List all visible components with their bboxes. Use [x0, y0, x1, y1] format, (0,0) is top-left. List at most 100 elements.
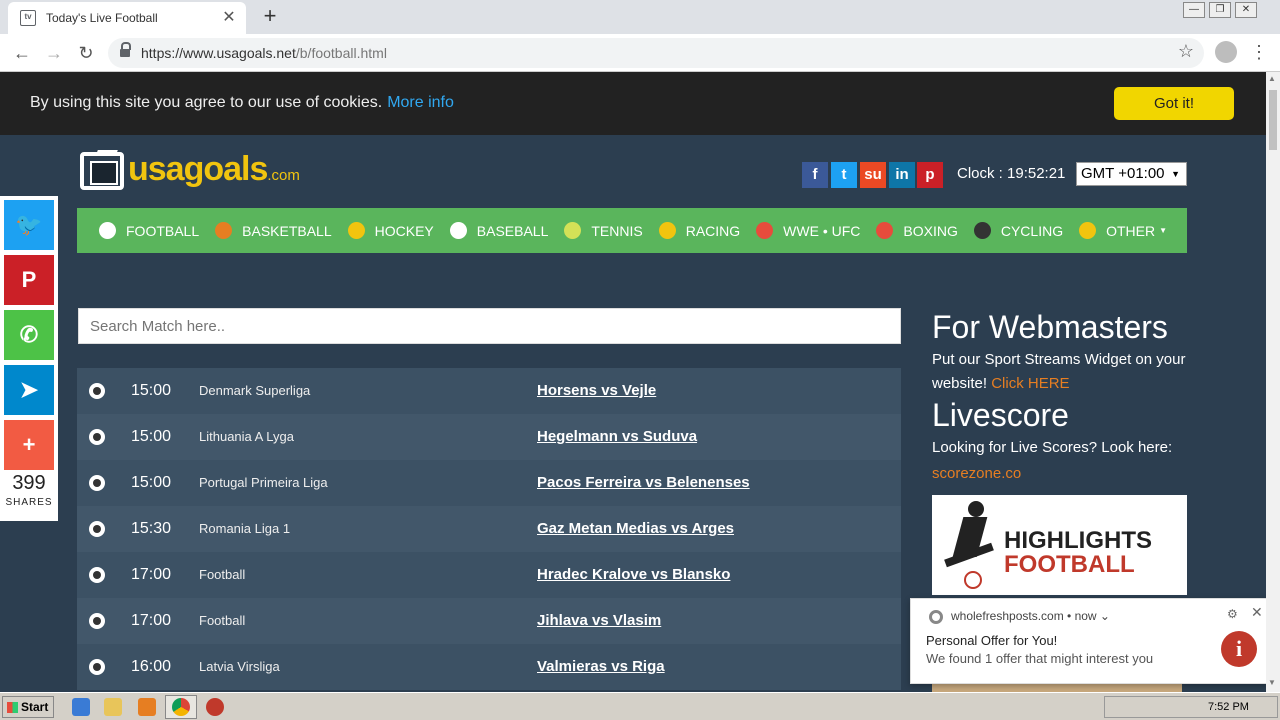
nav-item-label: TENNIS — [591, 222, 643, 239]
close-icon[interactable]: ✕ — [1251, 604, 1263, 621]
ie-icon[interactable] — [72, 698, 90, 716]
match-row[interactable]: 17:00 Football Jihlava vs Vlasim — [77, 598, 901, 644]
nav-item-racing[interactable]: RACING — [658, 222, 741, 239]
pinterest-icon[interactable]: P — [4, 255, 54, 305]
minimize-button[interactable]: — — [1183, 2, 1205, 18]
match-league: Latvia Virsliga — [199, 659, 280, 674]
scroll-down-icon[interactable]: ▼ — [1268, 678, 1276, 687]
chrome-taskbar-button[interactable] — [165, 695, 197, 719]
start-button[interactable]: Start — [2, 696, 54, 718]
search-input[interactable] — [78, 308, 901, 344]
linkedin-icon[interactable]: in — [889, 162, 915, 188]
match-row[interactable]: 15:00 Denmark Superliga Horsens vs Vejle — [77, 368, 901, 414]
close-window-button[interactable]: ✕ — [1235, 2, 1257, 18]
profile-avatar[interactable] — [1215, 41, 1237, 63]
tab-title: Today's Live Football — [46, 11, 158, 25]
close-tab-icon[interactable]: ✕ — [220, 9, 238, 27]
match-list: 15:00 Denmark Superliga Horsens vs Vejle 15… — [77, 368, 901, 690]
forward-button[interactable]: → — [41, 40, 67, 66]
nav-item-baseball[interactable]: BASEBALL — [449, 222, 548, 239]
nav-item-hockey[interactable]: HOCKEY — [347, 222, 434, 239]
nav-item-other[interactable]: OTHER ▼ — [1079, 222, 1167, 239]
match-league: Romania Liga 1 — [199, 521, 291, 536]
nav-item-tennis[interactable]: TENNIS — [564, 222, 643, 239]
match-time: 15:30 — [131, 520, 172, 537]
folder-icon[interactable] — [104, 698, 122, 716]
site-logo[interactable]: usagoals.com — [80, 148, 310, 194]
nav-item-label: WWE • UFC — [783, 222, 861, 239]
match-row[interactable]: 15:00 Portugal Primeira Liga Pacos Ferreir… — [77, 460, 901, 506]
nav-item-wwe-ufc[interactable]: WWE • UFC — [756, 222, 860, 239]
tv-logo-icon — [80, 150, 124, 190]
twitter-icon[interactable]: 🐦 — [4, 200, 54, 250]
nav-item-label: BOXING — [903, 222, 958, 239]
other-icon — [1079, 222, 1097, 239]
match-row[interactable]: 17:00 Football Hradec Kralove vs Blansko — [77, 552, 901, 598]
match-link[interactable]: Hradec Kralove vs Blansko — [537, 566, 730, 583]
baseball-icon — [449, 222, 467, 239]
football-player-icon — [940, 501, 1000, 589]
address-bar[interactable]: https://www.usagoals.net/b/football.html… — [108, 38, 1204, 68]
cycling-icon — [973, 222, 991, 239]
notification-body: We found 1 offer that might interest you — [926, 651, 1154, 666]
twitter-icon[interactable]: t — [831, 162, 857, 188]
cookie-banner: By using this site you agree to our use … — [0, 72, 1266, 135]
livescore-title: Livescore — [932, 397, 1069, 433]
match-link[interactable]: Horsens vs Vejle — [537, 382, 656, 399]
nav-item-football[interactable]: FOOTBALL — [99, 222, 199, 239]
nav-item-label: OTHER — [1106, 222, 1156, 239]
gear-icon[interactable]: ⚙ — [1227, 607, 1238, 621]
chrome-icon — [929, 610, 943, 624]
telegram-icon[interactable]: ➤ — [4, 365, 54, 415]
new-tab-button[interactable]: + — [258, 4, 282, 28]
dropdown-caret-icon: ▼ — [1159, 226, 1168, 235]
whatsapp-icon[interactable]: ✆ — [4, 310, 54, 360]
match-row[interactable]: 15:30 Romania Liga 1 Gaz Metan Medias vs A… — [77, 506, 901, 552]
match-link[interactable]: Valmieras vs Riga — [537, 658, 665, 675]
browser-tab[interactable]: tv Today's Live Football ✕ — [8, 2, 246, 34]
chrome-icon — [172, 698, 190, 716]
wwe-icon — [756, 222, 774, 239]
stumbleupon-icon[interactable]: su — [860, 162, 886, 188]
scroll-up-icon[interactable]: ▲ — [1268, 74, 1276, 83]
timezone-select[interactable]: GMT +01:00 ▼ — [1076, 162, 1187, 186]
match-link[interactable]: Hegelmann vs Suduva — [537, 428, 697, 445]
lock-icon — [120, 42, 131, 58]
stop-icon[interactable] — [206, 698, 224, 716]
match-league: Football — [199, 567, 246, 582]
nav-item-basketball[interactable]: BASKETBALL — [215, 222, 332, 239]
push-notification[interactable]: wholefreshposts.com • now ⌄ ⚙ ✕ Personal… — [910, 598, 1266, 684]
maximize-button[interactable]: ❐ — [1209, 2, 1231, 18]
media-player-icon[interactable] — [138, 698, 156, 716]
match-time: 17:00 — [131, 566, 172, 583]
share-count: 399 — [12, 472, 46, 494]
match-link[interactable]: Gaz Metan Medias vs Arges — [537, 520, 734, 537]
webmasters-title: For Webmasters — [932, 309, 1168, 345]
dropdown-caret-icon: ▼ — [1171, 169, 1180, 179]
football-icon — [89, 429, 105, 445]
more-info-link[interactable]: More info — [387, 94, 454, 111]
highlights-banner[interactable]: HIGHLIGHTS FOOTBALL — [932, 495, 1187, 595]
page-scrollbar[interactable]: ▲ ▼ — [1266, 72, 1280, 692]
bookmark-star-icon[interactable]: ☆ — [1178, 41, 1194, 62]
nav-item-boxing[interactable]: BOXING — [876, 222, 958, 239]
match-link[interactable]: Jihlava vs Vlasim — [537, 612, 661, 629]
chrome-menu-icon[interactable]: ⋮ — [1250, 40, 1268, 64]
reload-button[interactable]: ↻ — [73, 40, 99, 66]
facebook-icon[interactable]: f — [802, 162, 828, 188]
back-button[interactable]: ← — [9, 40, 35, 66]
scrollbar-thumb[interactable] — [1269, 90, 1277, 150]
nav-item-label: CYCLING — [1000, 222, 1064, 239]
webmasters-text: Put our Sport Streams Widget on your web… — [932, 351, 1186, 392]
match-row[interactable]: 16:00 Latvia Virsliga Valmieras vs Riga — [77, 644, 901, 690]
scorezone-link[interactable]: scorezone.co — [932, 462, 1188, 486]
click-here-link[interactable]: Click HERE — [991, 375, 1069, 392]
got-it-button[interactable]: Got it! — [1114, 87, 1234, 120]
plus-icon[interactable]: + — [4, 420, 54, 470]
match-link[interactable]: Pacos Ferreira vs Belenenses — [537, 474, 750, 491]
match-row[interactable]: 15:00 Lithuania A Lyga Hegelmann vs Suduva — [77, 414, 901, 460]
nav-item-cycling[interactable]: CYCLING — [973, 222, 1064, 239]
pinterest-icon[interactable]: p — [917, 162, 943, 188]
url-text: https://www.usagoals.net/b/football.html — [141, 45, 387, 61]
nav-item-label: RACING — [685, 222, 741, 239]
